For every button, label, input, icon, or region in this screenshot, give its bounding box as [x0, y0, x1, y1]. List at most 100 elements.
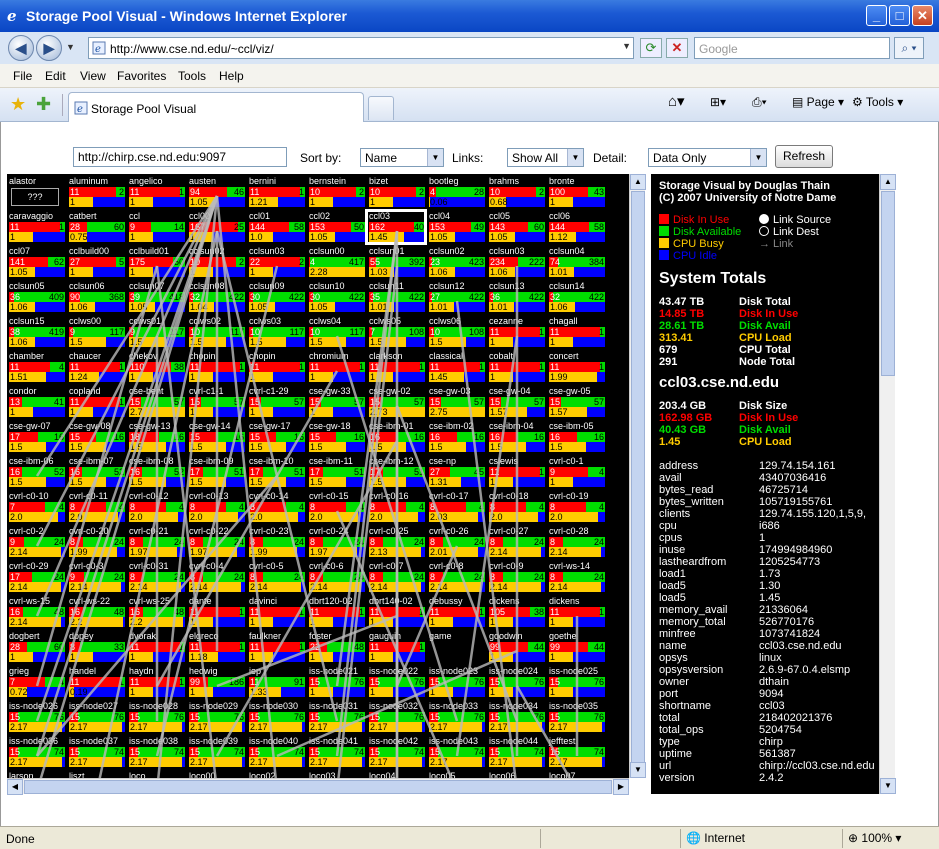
attr-key: inuse [659, 544, 686, 556]
history-dropdown-icon[interactable]: ▼ [66, 42, 75, 52]
info-panel: Storage Visual by Douglas Thain (C) 2007… [651, 174, 879, 794]
legend-disk-in-use: Disk In Use [659, 214, 729, 226]
attr-value: 1.30 [759, 580, 781, 592]
close-window-button[interactable]: ✕ [912, 5, 933, 26]
address-dropdown-icon[interactable]: ▼ [622, 41, 631, 51]
detail-select[interactable]: Data Only ▼ [648, 148, 767, 167]
attr-value: 2.4.2 [759, 772, 784, 784]
attr-key: lastheardfrom [659, 556, 727, 568]
search-input[interactable]: Google [694, 37, 890, 59]
attr-key: memory_avail [659, 604, 728, 616]
links-select[interactable]: Show All ▼ [507, 148, 584, 167]
internet-zone[interactable]: 🌐 Internet [686, 831, 745, 845]
system-totals-heading: System Totals [659, 270, 767, 287]
scroll-up-icon[interactable]: ▲ [880, 174, 896, 190]
menu-favorites[interactable]: Favorites [117, 69, 166, 83]
attr-value: 5204754 [759, 724, 802, 736]
attr-key: name [659, 640, 687, 652]
attr-key: owner [659, 676, 689, 688]
detail-label: Detail: [593, 151, 628, 165]
home-icon[interactable]: ⌂▾ [668, 92, 685, 110]
new-tab-button[interactable] [368, 96, 394, 120]
minimize-button[interactable]: _ [866, 5, 887, 26]
attr-value: 9094 [759, 688, 784, 700]
sort-select[interactable]: Name ▼ [360, 148, 444, 167]
address-toolbar: ◀ ▶ ▼ e http://www.cse.nd.edu/~ccl/viz/ … [0, 32, 939, 64]
menu-edit[interactable]: Edit [45, 69, 66, 83]
back-button[interactable]: ◀ [8, 35, 34, 61]
link-overlay [35, 195, 579, 778]
maximize-button[interactable]: □ [889, 5, 910, 26]
refresh-page-button[interactable]: ⟳ [640, 38, 662, 58]
total-label: Disk Avail [739, 320, 791, 332]
legend-cpu-busy: CPU Busy [659, 238, 724, 250]
favorites-star-icon[interactable]: ★ [10, 94, 26, 115]
byline-copyright: (C) 2007 University of Notre Dame [659, 192, 837, 204]
grid-horizontal-scrollbar[interactable]: ◀ ▶ [7, 778, 629, 795]
menu-view[interactable]: View [80, 69, 106, 83]
attr-value: 129.74.154.161 [759, 460, 836, 472]
scroll-thumb[interactable] [881, 191, 895, 376]
attr-value: 2.6.9-67.0.4.elsmp [759, 664, 851, 676]
toolbar-divider [62, 94, 63, 116]
search-button[interactable]: ⌕ ▾ [894, 37, 924, 59]
zone-label: Internet [704, 831, 745, 845]
forward-button[interactable]: ▶ [36, 35, 62, 61]
tools-menu-button[interactable]: ⚙ Tools ▾ [852, 95, 903, 109]
stop-button[interactable]: ✕ [666, 38, 688, 58]
legend-cpu-idle: CPU Idle [659, 250, 717, 262]
links-select-value: Show All [512, 151, 559, 165]
grid-vertical-scrollbar[interactable]: ▲ ▼ [629, 174, 646, 778]
attr-key: cpu [659, 520, 677, 532]
link-line [455, 335, 519, 757]
attr-value: 526770176 [759, 616, 815, 628]
total-value: 313.41 [659, 332, 693, 344]
refresh-button[interactable]: Refresh [775, 145, 833, 168]
node-total-value: 162.98 GB [659, 412, 713, 424]
attr-value: 129.74.155.120,1,5,9, [759, 508, 867, 520]
total-label: Disk In Use [739, 308, 799, 320]
attr-key: total [659, 712, 680, 724]
scroll-down-icon[interactable]: ▼ [880, 778, 896, 794]
tools-menu-label: Tools [865, 95, 894, 109]
scroll-right-icon[interactable]: ▶ [613, 779, 629, 795]
sort-select-value: Name [365, 151, 398, 165]
storage-grid[interactable]: alastor??? aluminum 11 2 1 angelico 11 1 1 austen… [7, 174, 629, 778]
attr-value: 1.45 [759, 592, 781, 604]
scroll-left-icon[interactable]: ◀ [7, 779, 23, 795]
node-total-value: 203.4 GB [659, 400, 707, 412]
hollow-circle-icon [759, 226, 769, 236]
page-menu-button[interactable]: ▤ Page ▾ [792, 95, 844, 109]
menu-file[interactable]: File [13, 69, 32, 83]
total-value: 14.85 TB [659, 308, 705, 320]
address-url[interactable]: http://www.cse.nd.edu/~ccl/viz/ [110, 42, 274, 56]
attr-key: load1 [659, 568, 686, 580]
node-total-label: Disk Size [739, 400, 788, 412]
attr-key: load5 [659, 592, 686, 604]
print-icon[interactable]: ⎙▾ [752, 95, 767, 110]
info-vertical-scrollbar[interactable]: ▲ ▼ [879, 174, 896, 794]
feeds-icon[interactable]: ⊞▾ [710, 95, 726, 109]
svg-text:e: e [77, 104, 83, 115]
scroll-down-icon[interactable]: ▼ [630, 762, 646, 778]
node-heading: ccl03.cse.nd.edu [659, 374, 780, 391]
scroll-thumb[interactable] [631, 191, 645, 765]
legend-swatch [659, 226, 669, 236]
node-total-value: 40.43 GB [659, 424, 707, 436]
menu-bar: File Edit View Favorites Tools Help [0, 64, 939, 88]
tab-storage-pool-visual[interactable]: e Storage Pool Visual [68, 92, 364, 122]
add-favorite-icon[interactable]: ✚ [36, 94, 51, 115]
zoom-control[interactable]: ⊕ 100% ▾ [848, 831, 901, 845]
legend-link: → Link [759, 238, 794, 250]
menu-help[interactable]: Help [219, 69, 244, 83]
byline-author: Storage Visual by Douglas Thain [659, 180, 830, 192]
attr-key: bytes_written [659, 496, 724, 508]
chevron-down-icon: ▼ [750, 149, 766, 166]
scroll-thumb[interactable] [24, 780, 612, 794]
server-url-input[interactable] [73, 147, 287, 167]
link-line [216, 614, 398, 688]
address-bar[interactable]: e http://www.cse.nd.edu/~ccl/viz/ ▼ [88, 37, 634, 59]
menu-tools[interactable]: Tools [178, 69, 206, 83]
page-icon: e [92, 41, 106, 55]
scroll-up-icon[interactable]: ▲ [630, 174, 646, 190]
